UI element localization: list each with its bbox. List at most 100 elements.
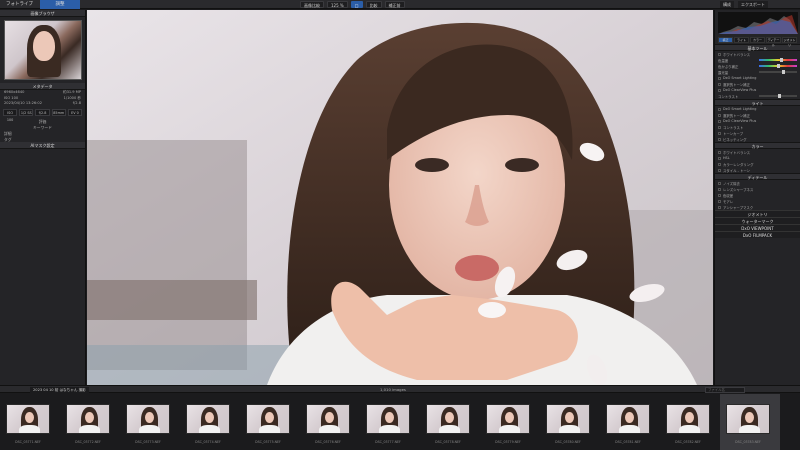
slider[interactable] bbox=[758, 94, 797, 98]
filmstrip-item[interactable]: DSC_03774.NEF bbox=[180, 394, 240, 450]
filmstrip-item[interactable]: DSC_03778.NEF bbox=[420, 394, 480, 450]
meta-value: 2023/04/10 13:26:02 bbox=[4, 101, 42, 105]
checkbox[interactable] bbox=[718, 156, 721, 160]
original-button[interactable]: 補正前 bbox=[384, 1, 405, 8]
checkbox[interactable] bbox=[718, 150, 721, 154]
filmstrip-item[interactable]: DSC_03775.NEF bbox=[240, 394, 300, 450]
checkbox[interactable] bbox=[718, 205, 721, 209]
thumb-face bbox=[745, 412, 754, 423]
tab-light[interactable]: ライト bbox=[734, 37, 749, 43]
checkbox[interactable] bbox=[718, 181, 721, 185]
tool-row[interactable]: ホワイトバランス bbox=[715, 149, 800, 155]
tool-row[interactable]: 選択的トーン補正 bbox=[715, 81, 800, 87]
tool-row[interactable]: アンシャープマスク bbox=[715, 204, 800, 210]
tool-row[interactable]: コントラスト bbox=[715, 124, 800, 130]
filmstrip-item[interactable]: DSC_03782.NEF bbox=[660, 394, 720, 450]
filmstrip-item[interactable]: DSC_03772.NEF bbox=[60, 394, 120, 450]
filmstrip-filename: DSC_03771.NEF bbox=[15, 440, 41, 444]
tool-row[interactable]: ビネッティング bbox=[715, 136, 800, 142]
toolbar: 画像比較 125 % □ 比較 補正前 bbox=[300, 1, 405, 8]
slider-knob[interactable] bbox=[776, 64, 780, 68]
geometry-block[interactable]: ジオメトリ bbox=[715, 210, 800, 217]
photo-viewer[interactable] bbox=[87, 10, 713, 385]
checkbox[interactable] bbox=[718, 168, 721, 172]
filmstrip-item[interactable]: DSC_03771.NEF bbox=[0, 394, 60, 450]
tab-geometry[interactable]: ジオメトリ bbox=[782, 37, 797, 47]
tool-label: カラーレンダリング bbox=[723, 162, 754, 167]
checkbox[interactable] bbox=[718, 113, 721, 117]
tool-row[interactable]: カラーレンダリング bbox=[715, 161, 800, 167]
tool-tabs: 補正 ライト カラー ディテール ジオメトリ bbox=[715, 36, 800, 47]
tool-row[interactable]: レンズシャープネス bbox=[715, 186, 800, 192]
filmstrip-item[interactable]: DSC_03781.NEF bbox=[600, 394, 660, 450]
metadata-header[interactable]: メタデータ bbox=[0, 83, 85, 90]
filmpack-block[interactable]: DxO FILMPACK bbox=[715, 231, 800, 238]
folder-path[interactable]: 2023 04 10 桜 はなちゃん 撮影 bbox=[30, 387, 89, 393]
tool-label: DxO Smart Lighting bbox=[723, 107, 757, 111]
filmstrip-item[interactable]: DSC_03783.NEF bbox=[720, 394, 780, 450]
watermark-block[interactable]: ウォーターマーク bbox=[715, 217, 800, 224]
tab-library[interactable]: フォトライブラリ bbox=[2, 0, 40, 16]
exif-shutter: 1/2 SS bbox=[19, 108, 34, 116]
tool-row[interactable]: ノイズ除去 bbox=[715, 180, 800, 186]
left-panel: 画像ブラウザ メタデータ 6960x4640 約31.9 MP ISO 100 … bbox=[0, 10, 86, 385]
before-after-button[interactable]: 比較 bbox=[365, 1, 382, 8]
zoom-select[interactable]: 125 % bbox=[327, 1, 348, 8]
tab-correction[interactable]: 補正 bbox=[718, 37, 733, 43]
checkbox[interactable] bbox=[718, 76, 721, 80]
filmstrip-item[interactable]: DSC_03779.NEF bbox=[480, 394, 540, 450]
section-detail[interactable]: ディテール bbox=[715, 173, 800, 180]
checkbox[interactable] bbox=[718, 187, 721, 191]
tool-label: ホワイトバランス bbox=[723, 52, 751, 57]
slider[interactable] bbox=[758, 64, 797, 68]
checkbox[interactable] bbox=[718, 131, 721, 135]
checkbox[interactable] bbox=[718, 125, 721, 129]
tool-row[interactable]: スタイル - トーン bbox=[715, 167, 800, 173]
checkbox[interactable] bbox=[718, 119, 721, 123]
checkbox[interactable] bbox=[718, 88, 721, 92]
filmstrip-filename: DSC_03779.NEF bbox=[495, 440, 521, 444]
filmstrip-item[interactable]: DSC_03777.NEF bbox=[360, 394, 420, 450]
tool-row[interactable]: 選択的トーン補正 bbox=[715, 112, 800, 118]
thumb-face bbox=[145, 412, 154, 423]
filmstrip-item[interactable]: DSC_03780.NEF bbox=[540, 394, 600, 450]
checkbox[interactable] bbox=[718, 52, 721, 56]
checkbox[interactable] bbox=[718, 82, 721, 86]
filmstrip-filename: DSC_03775.NEF bbox=[255, 440, 281, 444]
ai-mask-header[interactable]: AIマスク設定 bbox=[0, 141, 85, 149]
viewpoint-block[interactable]: DxO VIEWPOINT bbox=[715, 224, 800, 231]
export-top-button[interactable]: エクスポート bbox=[738, 1, 768, 8]
tab-develop[interactable]: 調整 bbox=[40, 0, 80, 9]
section-color[interactable]: カラー bbox=[715, 142, 800, 149]
filmstrip-thumbnail bbox=[126, 404, 170, 434]
layout-button[interactable]: 構成 bbox=[720, 1, 734, 8]
navigator-thumbnail[interactable] bbox=[4, 20, 82, 80]
slider[interactable] bbox=[758, 70, 797, 74]
crop-icon[interactable]: □ bbox=[350, 1, 363, 8]
filmstrip-item[interactable]: DSC_03776.NEF bbox=[300, 394, 360, 450]
checkbox[interactable] bbox=[718, 107, 721, 111]
compare-button[interactable]: 画像比較 bbox=[300, 1, 324, 8]
tab-color[interactable]: カラー bbox=[750, 37, 765, 43]
thumb-face bbox=[33, 31, 55, 61]
checkbox[interactable] bbox=[718, 137, 721, 141]
histogram bbox=[718, 12, 798, 34]
thumb-shirt bbox=[79, 425, 100, 433]
filmstrip: DSC_03771.NEF DSC_03772.NEF DSC_03773.NEF D… bbox=[0, 394, 800, 450]
slider-knob[interactable] bbox=[777, 94, 781, 98]
slider-knob[interactable] bbox=[779, 58, 783, 62]
section-light[interactable]: ライト bbox=[715, 99, 800, 106]
slider[interactable] bbox=[758, 58, 797, 62]
tool-row[interactable]: モアレ bbox=[715, 198, 800, 204]
browser-header[interactable]: 画像ブラウザ bbox=[0, 10, 85, 17]
filmstrip-item[interactable]: DSC_03773.NEF bbox=[120, 394, 180, 450]
tab-detail[interactable]: ディテール bbox=[766, 37, 781, 47]
tool-row[interactable]: 色収差 bbox=[715, 192, 800, 198]
checkbox[interactable] bbox=[718, 199, 721, 203]
filmstrip-search-input[interactable]: ファイル名 bbox=[705, 387, 745, 393]
checkbox[interactable] bbox=[718, 193, 721, 197]
tool-row[interactable]: ホワイトバランス bbox=[715, 51, 800, 57]
tool-row[interactable]: トーンカーブ bbox=[715, 130, 800, 136]
checkbox[interactable] bbox=[718, 162, 721, 166]
slider-knob[interactable] bbox=[781, 70, 785, 74]
